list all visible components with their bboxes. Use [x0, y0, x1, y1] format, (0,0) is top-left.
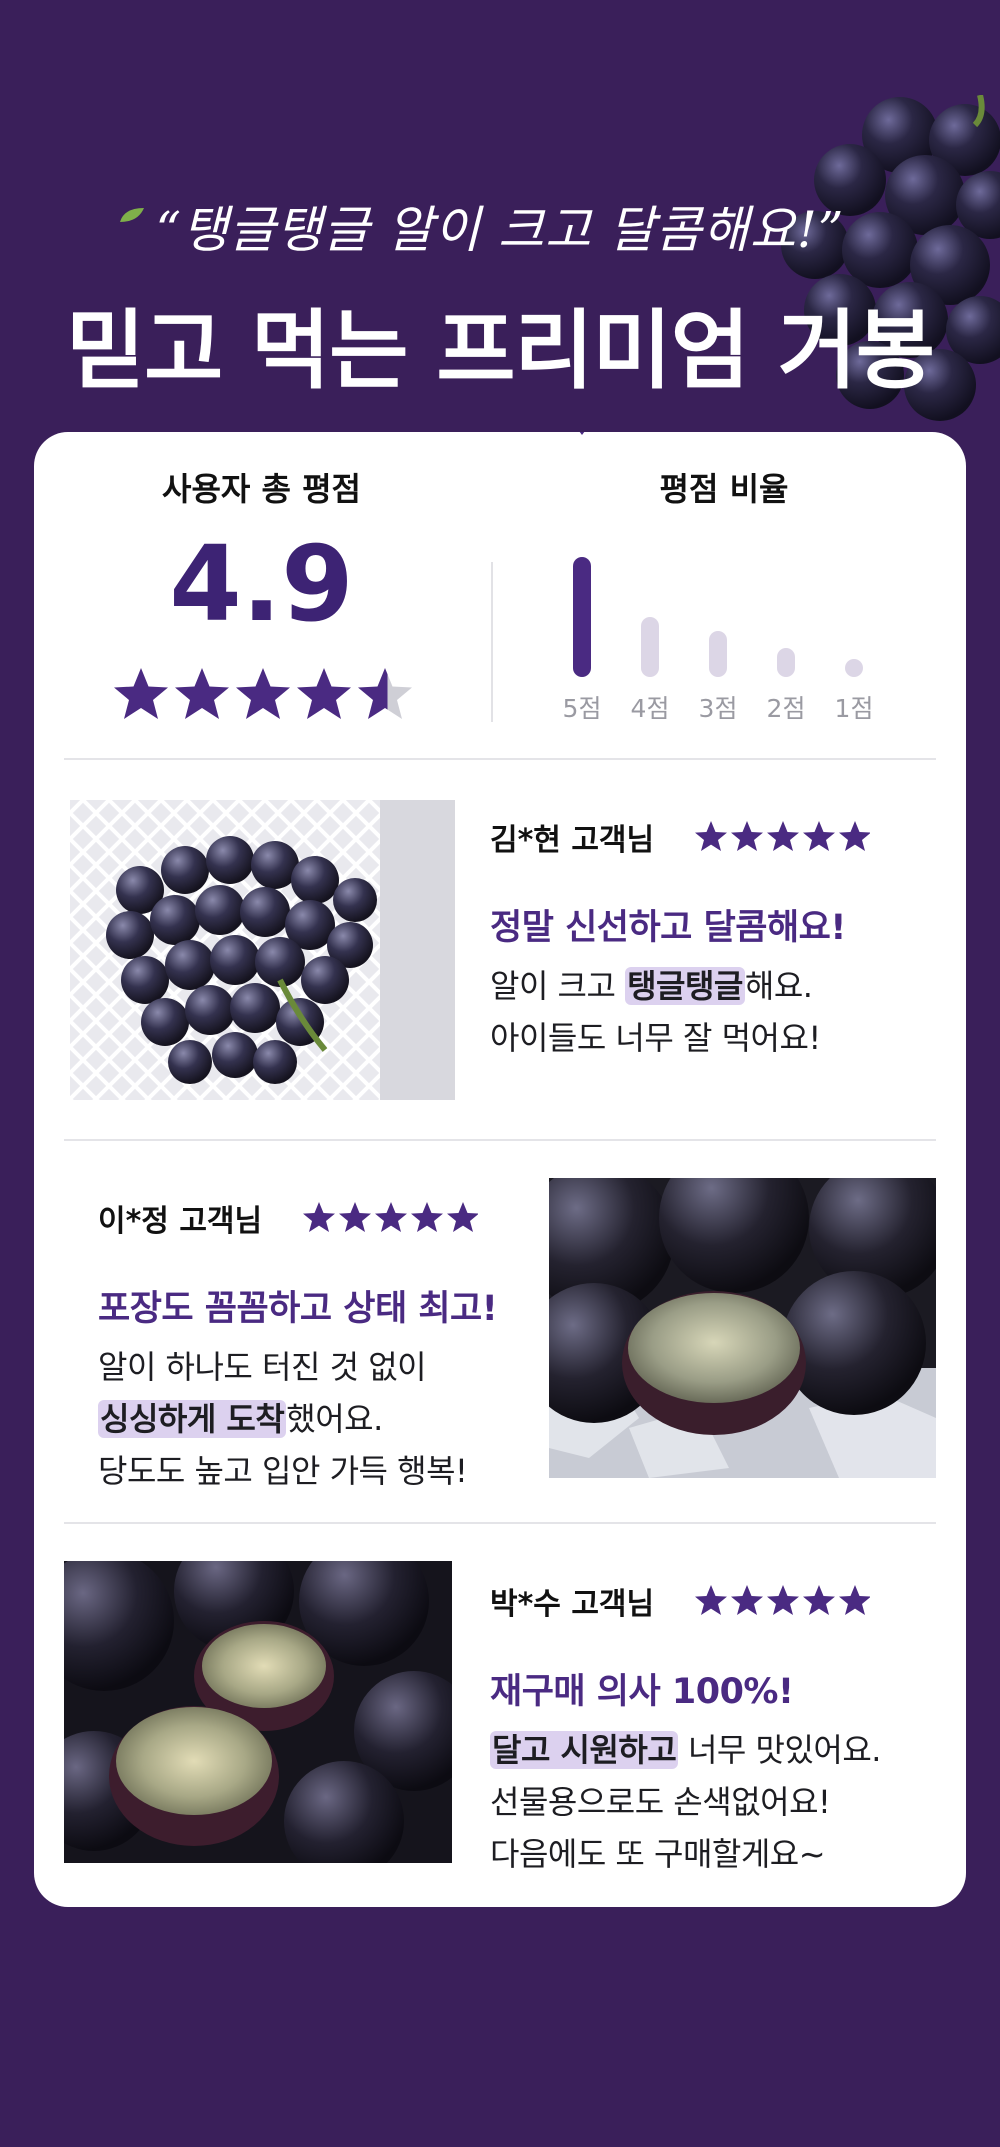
rating-stars: [113, 668, 412, 719]
rating-summary: 사용자 총 평점 4.9 평점 비율 4.95점4점3점2: [34, 432, 966, 758]
review-photo-halved-grape-on-ice: [549, 1178, 936, 1478]
rating-bar-1: 4.95점: [552, 432, 612, 723]
rating-ratio: 평점 비율 4.95점 4점 3점 2점 1점: [504, 432, 944, 723]
rating-bar-fill: [709, 631, 727, 677]
page-title: 믿고 먹는 프리미엄 거봉: [65, 301, 935, 401]
rating-bar-3: 3점: [688, 631, 748, 723]
reviewer-name: 박*수 고객님: [490, 1587, 655, 1622]
review-photo-grapes-in-box: [70, 800, 455, 1100]
rating-bar-fill: [777, 648, 795, 677]
vertical-divider: [491, 562, 493, 722]
rating-bar-fill: [573, 557, 591, 677]
rating-bar-fill: [845, 659, 863, 677]
review-highlight: 탱글탱글: [625, 967, 745, 1005]
review-highlight: 싱싱하게 도착: [98, 1400, 287, 1438]
review-card: 사용자 총 평점 4.9 평점 비율 4.95점4점3점2: [34, 432, 966, 1907]
review-body: 달고 시원하고 너무 맛있어요. 선물용으로도 손색없어요! 다음에도 또 구매…: [490, 1731, 881, 1873]
review-stars: [695, 1585, 871, 1615]
review-item: 김*현 고객님 정말 신선하고 달콤해요! 알이 크고 탱글탱글해요. 아이들도…: [34, 760, 966, 1140]
review-item: 박*수 고객님 재구매 의사 100%! 달고 시원하고 너무 맛있어요. 선물…: [34, 1524, 966, 1907]
leaf-icon: [119, 208, 144, 222]
star-icon: [113, 668, 168, 719]
review-headline: 재구매 의사 100%!: [490, 1672, 794, 1712]
rating-bar-label: 5점: [562, 694, 602, 723]
review-text: 김*현 고객님 정말 신선하고 달콤해요! 알이 크고 탱글탱글해요. 아이들도…: [490, 815, 940, 1064]
rating-bar-5: 1점: [824, 659, 884, 723]
rating-bar-fill: [641, 617, 659, 677]
overall-rating-score: 4.9: [169, 523, 354, 645]
review-item: 이*정 고객님 포장도 꼼꼼하고 상태 최고! 알이 하나도 터진 것 없이 싱…: [34, 1141, 966, 1523]
page-header: “탱글탱글 알이 크고 달콤해요!” 믿고 먹는 프리미엄 거봉: [0, 190, 1000, 405]
rating-bar-label: 2점: [766, 694, 806, 723]
rating-bar-4: 2점: [756, 648, 816, 723]
review-headline: 정말 신선하고 달콤해요!: [490, 908, 846, 948]
star-icon: [174, 668, 229, 719]
rating-bar-label: 3점: [698, 694, 738, 723]
rating-bar-2: 4점: [620, 617, 680, 723]
star-icon: [235, 668, 290, 719]
review-body: 알이 크고 탱글탱글해요. 아이들도 너무 잘 먹어요!: [490, 967, 821, 1057]
reviewer-name: 이*정 고객님: [98, 1204, 263, 1239]
review-quote: “탱글탱글 알이 크고 달콤해요!”: [119, 190, 845, 262]
review-headline: 포장도 꼼꼼하고 상태 최고!: [98, 1289, 498, 1329]
review-stars: [303, 1202, 479, 1232]
overall-rating: 사용자 총 평점 4.9: [34, 432, 489, 724]
overall-rating-title: 사용자 총 평점: [162, 470, 361, 508]
rating-bar-label: 4점: [630, 694, 670, 723]
review-text: 이*정 고객님 포장도 꼼꼼하고 상태 최고! 알이 하나도 터진 것 없이 싱…: [98, 1196, 538, 1497]
review-body: 알이 하나도 터진 것 없이 싱싱하게 도착했어요. 당도도 높고 입안 가득 …: [98, 1348, 468, 1490]
review-highlight: 달고 시원하고: [490, 1731, 679, 1769]
review-text: 박*수 고객님 재구매 의사 100%! 달고 시원하고 너무 맛있어요. 선물…: [490, 1579, 940, 1880]
rating-ratio-title: 평점 비율: [659, 470, 789, 508]
review-stars: [695, 821, 871, 851]
star-icon: [296, 668, 351, 719]
review-photo-halved-grapes-closeup: [64, 1561, 452, 1863]
half-star-icon: [357, 668, 412, 719]
reviewer-name: 김*현 고객님: [490, 823, 655, 858]
rating-bar-label: 1점: [834, 694, 874, 723]
rating-ratio-chart: 4.95점 4점 3점 2점 1점: [504, 432, 944, 727]
